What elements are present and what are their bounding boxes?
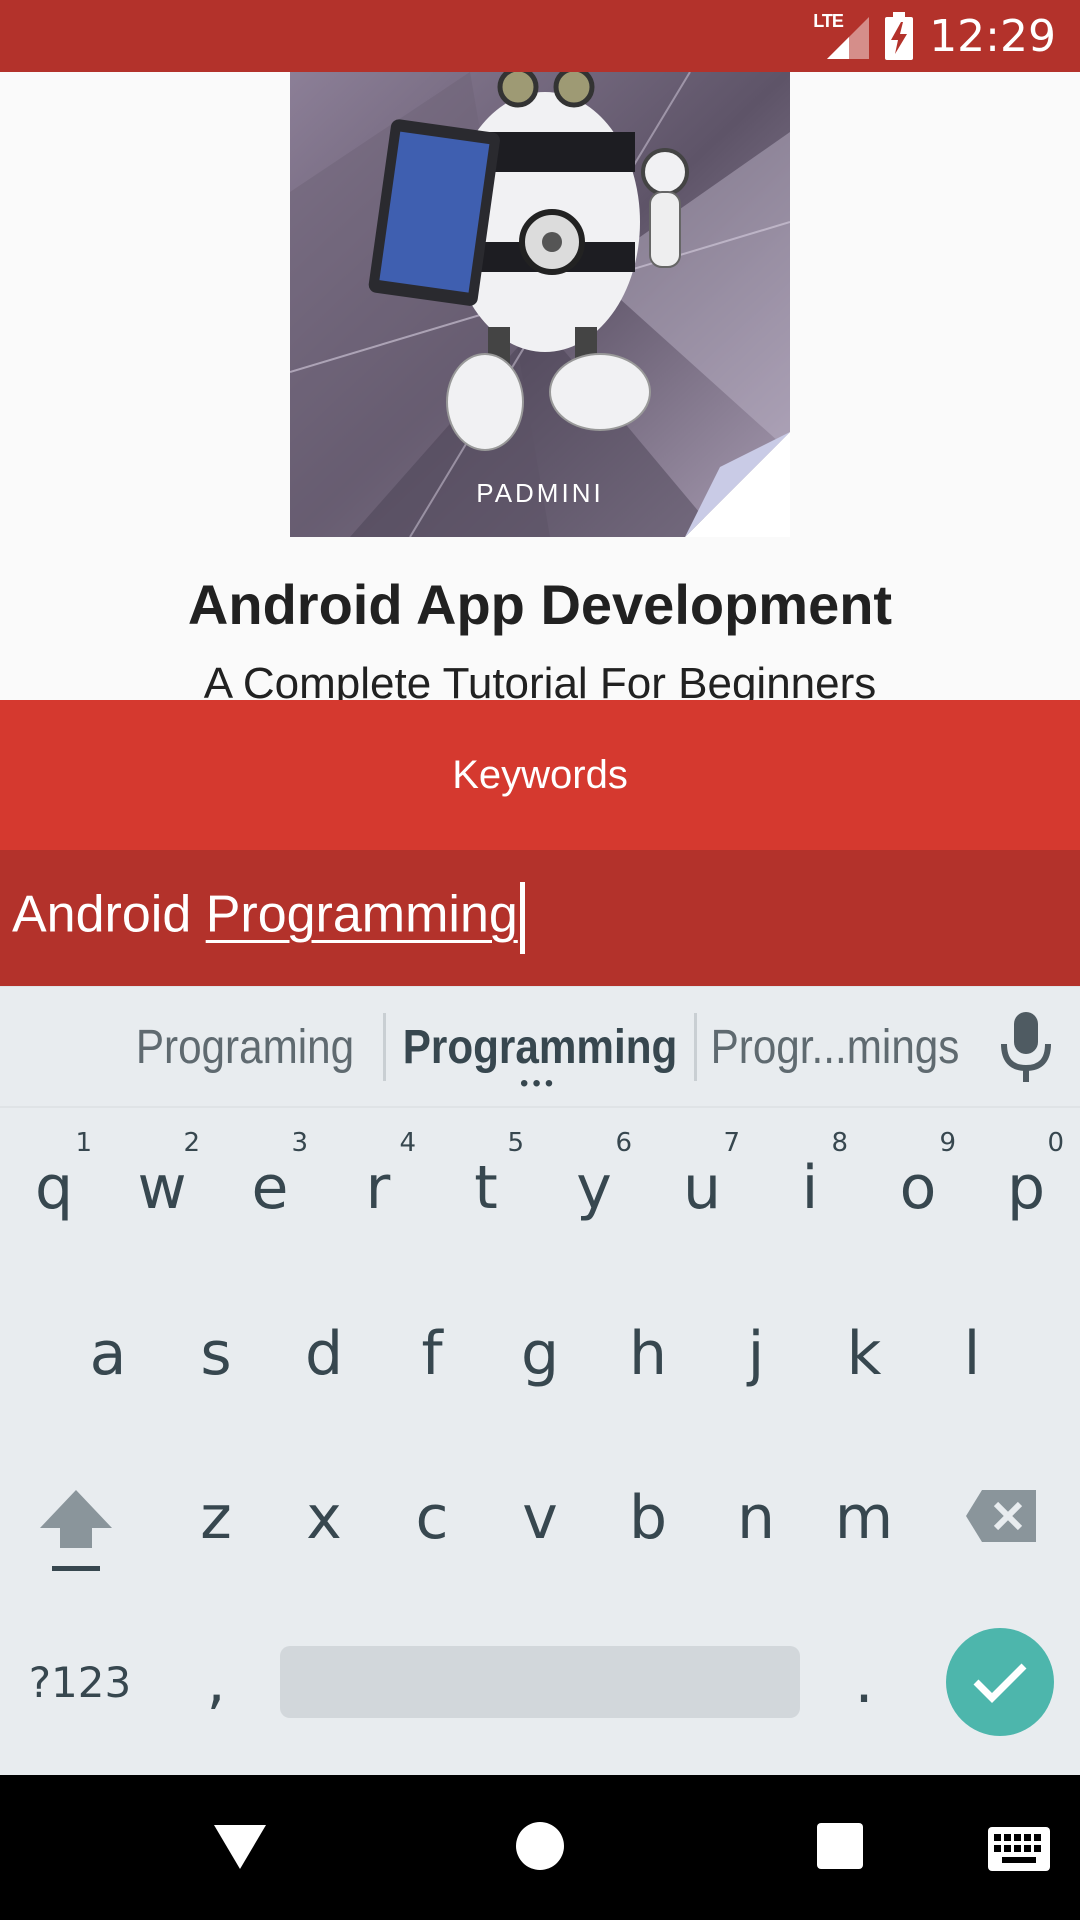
key-v[interactable]: v — [486, 1438, 594, 1598]
key-hint: 5 — [507, 1128, 524, 1158]
clock: 12:29 — [929, 10, 1056, 62]
text-cursor — [519, 882, 525, 954]
done-button[interactable] — [946, 1628, 1054, 1736]
navigation-bar — [0, 1775, 1080, 1920]
key-d[interactable]: d — [270, 1274, 378, 1434]
key-label: y — [576, 1153, 612, 1223]
key-n[interactable]: n — [702, 1438, 810, 1598]
book-cover-image: PADMINI — [290, 72, 790, 537]
key-o[interactable]: 9o — [864, 1108, 972, 1268]
key-c[interactable]: c — [378, 1438, 486, 1598]
home-icon[interactable] — [515, 1821, 565, 1871]
key-hint: 7 — [723, 1128, 740, 1158]
key-hint: 4 — [399, 1128, 416, 1158]
input-composing-text: Programming — [205, 885, 518, 944]
key-label: r — [365, 1153, 391, 1223]
microphone-icon[interactable] — [996, 1012, 1056, 1084]
key-label: p — [1006, 1153, 1046, 1223]
key-label: u — [682, 1153, 722, 1223]
key-a[interactable]: a — [54, 1274, 162, 1434]
keywords-input-text[interactable]: Android Programming — [12, 882, 525, 954]
suggestion-right[interactable]: Progr...mings — [711, 987, 960, 1107]
key-hint: 0 — [1047, 1128, 1064, 1158]
key-h[interactable]: h — [594, 1274, 702, 1434]
keywords-input[interactable]: Android Programming — [0, 850, 1080, 986]
key-label: e — [251, 1153, 289, 1223]
key-hint: 1 — [75, 1128, 92, 1158]
battery-charging-icon — [883, 12, 915, 60]
book-details: PADMINI Android App Development A Comple… — [0, 72, 1080, 700]
dialog-title-text: Keywords — [452, 752, 628, 797]
key-label: i — [801, 1153, 819, 1223]
space-bar[interactable] — [280, 1646, 800, 1718]
key-hint: 3 — [291, 1128, 308, 1158]
recents-icon[interactable] — [817, 1823, 863, 1869]
keyboard-switch-icon[interactable] — [988, 1827, 1050, 1871]
status-bar: LTE 12:29 — [0, 0, 1080, 72]
key-hint: 6 — [615, 1128, 632, 1158]
signal-icon: LTE — [813, 11, 870, 59]
key-w[interactable]: 2w — [108, 1108, 216, 1268]
input-committed-text: Android — [12, 885, 206, 944]
comma-key[interactable]: , — [162, 1602, 270, 1762]
back-icon[interactable] — [212, 1823, 268, 1871]
book-title: Android App Development — [187, 573, 893, 636]
period-key[interactable]: . — [810, 1602, 918, 1762]
key-label: t — [474, 1153, 498, 1223]
key-k[interactable]: k — [810, 1274, 918, 1434]
backspace-icon[interactable] — [964, 1486, 1040, 1546]
key-hint: 9 — [939, 1128, 956, 1158]
more-suggestions-indicator[interactable]: ••• — [520, 1072, 557, 1096]
checkmark-icon — [973, 1663, 1027, 1703]
key-e[interactable]: 3e — [216, 1108, 324, 1268]
key-r[interactable]: 4r — [324, 1108, 432, 1268]
key-p[interactable]: 0p — [972, 1108, 1080, 1268]
key-g[interactable]: g — [486, 1274, 594, 1434]
suggestion-strip: Programing Programming Progr...mings ••• — [0, 986, 1080, 1107]
suggestion-divider — [694, 1013, 697, 1081]
cover-author-text: PADMINI — [476, 478, 604, 508]
shift-icon[interactable] — [36, 1486, 116, 1576]
key-u[interactable]: 7u — [648, 1108, 756, 1268]
key-hint: 8 — [831, 1128, 848, 1158]
key-s[interactable]: s — [162, 1274, 270, 1434]
network-type-label: LTE — [813, 11, 844, 31]
dialog-title: Keywords — [0, 700, 1080, 850]
key-y[interactable]: 6y — [540, 1108, 648, 1268]
key-l[interactable]: l — [918, 1274, 1026, 1434]
key-t[interactable]: 5t — [432, 1108, 540, 1268]
key-label: q — [34, 1153, 74, 1223]
key-x[interactable]: x — [270, 1438, 378, 1598]
key-i[interactable]: 8i — [756, 1108, 864, 1268]
status-icons: LTE 12:29 — [813, 0, 1056, 72]
key-f[interactable]: f — [378, 1274, 486, 1434]
key-q[interactable]: 1q — [0, 1108, 108, 1268]
book-subtitle: A Complete Tutorial For Beginners — [203, 659, 877, 700]
suggestion-left[interactable]: Programing — [135, 987, 355, 1107]
key-hint: 2 — [183, 1128, 200, 1158]
key-label: w — [137, 1153, 187, 1223]
key-b[interactable]: b — [594, 1438, 702, 1598]
suggestion-divider — [383, 1013, 386, 1081]
key-z[interactable]: z — [162, 1438, 270, 1598]
symbols-key[interactable]: ?123 — [24, 1602, 136, 1762]
key-m[interactable]: m — [810, 1438, 918, 1598]
key-j[interactable]: j — [702, 1274, 810, 1434]
key-label: o — [899, 1153, 937, 1223]
